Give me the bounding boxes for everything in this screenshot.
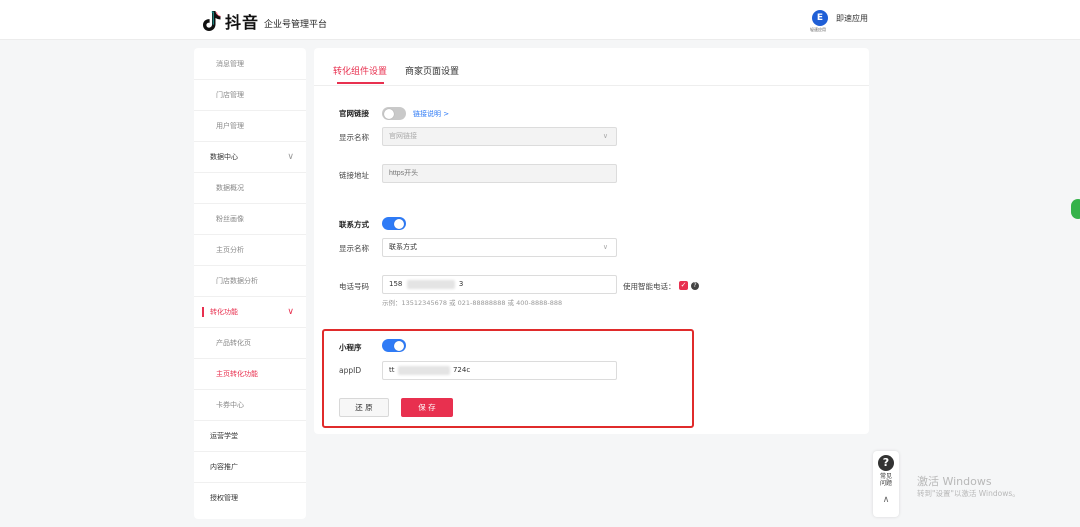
activate-windows-hint: 转到"设置"以激活 Windows。 [917,489,1020,498]
toggle-knob [384,108,394,119]
apply-label[interactable]: 即速应用 [836,13,868,24]
sidebar-item-label: 主页转化功能 [216,369,258,378]
smart-phone-checkbox[interactable]: ✓ [679,281,688,290]
sidebar-item-label: 门店管理 [216,90,244,99]
phone-prefix: 158 [389,280,403,288]
sidebar-item-label: 卡券中心 [216,400,244,409]
sidebar-item-store-analysis[interactable]: 门店数据分析 [194,265,306,296]
help-text-line2: 问题 [879,480,892,487]
logo-text: 抖音 [225,13,260,32]
contact-display-name-label: 显示名称 [339,244,369,253]
website-display-name-select[interactable]: 官网链接 ∨ [382,127,617,146]
sidebar-item-label: 授权管理 [210,493,238,502]
sidebar-item-label: 运营学堂 [210,431,238,440]
sidebar-item-label: 数据概况 [216,183,244,192]
platform-name: 企业号管理平台 [264,19,328,30]
contact-display-name-select[interactable]: 联系方式 ∨ [382,238,617,257]
help-widget[interactable]: ? 常见 问题 ∧ [873,451,899,517]
sidebar-item-label: 产品转化页 [216,338,251,347]
link-help-link[interactable]: 链接说明 > [413,109,449,119]
chevron-down-icon: ∨ [602,132,608,140]
sidebar-item-home-analysis[interactable]: 主页分析 [194,234,306,265]
sidebar-item-users[interactable]: 用户管理 [194,110,306,141]
tab-bar: 转化组件设置 商家页面设置 [314,48,869,86]
redacted-blur [406,279,455,289]
phone-input[interactable]: 158 3 [382,275,617,294]
help-text-line1: 常见 [879,473,892,480]
active-indicator [202,307,204,317]
select-value: 官网链接 [389,132,417,140]
website-link-toggle[interactable] [382,107,406,120]
douyin-logo-icon [202,10,222,32]
sidebar-item-stores[interactable]: 门店管理 [194,79,306,110]
chevron-down-icon: ∨ [602,243,608,251]
sidebar: 消息管理 门店管理 用户管理 数据中心 ∨ 数据概况 粉丝画像 主页分析 门店数据… [194,48,306,519]
jisu-app-icon: E [812,10,828,26]
chevron-down-icon: ∨ [287,151,294,162]
apply-entry[interactable]: E 轻速应用 即速应用 [810,10,868,32]
sidebar-item-product-conversion[interactable]: 产品转化页 [194,327,306,358]
website-display-name-label: 显示名称 [339,133,369,142]
apply-icon-caption: 轻速应用 [810,27,826,32]
sidebar-group-data-center[interactable]: 数据中心 ∨ [194,141,306,172]
scroll-top-icon[interactable]: ∧ [873,495,899,505]
sidebar-group-conversion[interactable]: 转化功能 ∨ [194,296,306,327]
sidebar-item-data-overview[interactable]: 数据概况 [194,172,306,203]
douyin-logo[interactable]: 抖音 企业号管理平台 [202,9,327,33]
question-icon[interactable]: ? [691,282,699,290]
sidebar-item-label: 内容推广 [210,462,238,471]
tab-conversion-components[interactable]: 转化组件设置 [333,64,387,77]
floating-edge-button[interactable] [1071,199,1080,219]
sidebar-item-label: 用户管理 [216,121,244,130]
activate-windows-watermark: 激活 Windows [917,475,992,488]
sidebar-item-auth-management[interactable]: 授权管理 [194,482,306,513]
sidebar-item-label: 数据中心 [210,152,238,161]
contact-toggle[interactable] [382,217,406,230]
website-url-label: 链接地址 [339,171,369,180]
active-tab-underline [337,82,384,84]
smart-phone-label: 使用智能电话： [623,282,676,291]
sidebar-item-ops-academy[interactable]: 运营学堂 [194,420,306,451]
highlight-box [322,329,694,428]
sidebar-item-fan-profile[interactable]: 粉丝画像 [194,203,306,234]
tab-merchant-page[interactable]: 商家页面设置 [405,64,459,77]
sidebar-item-label: 转化功能 [210,307,238,316]
sidebar-item-label: 主页分析 [216,245,244,254]
contact-title: 联系方式 [339,220,369,229]
sidebar-item-label: 消息管理 [216,59,244,68]
sidebar-item-coupon-center[interactable]: 卡券中心 [194,389,306,420]
sidebar-item-messages[interactable]: 消息管理 [194,48,306,79]
phone-label: 电话号码 [339,282,369,291]
website-link-title: 官网链接 [339,109,369,118]
top-bar: 抖音 企业号管理平台 E 轻速应用 即速应用 [0,0,1080,40]
sidebar-item-home-conversion[interactable]: 主页转化功能 [194,358,306,389]
help-question-icon: ? [878,455,894,471]
help-text: 常见 问题 [873,473,899,487]
select-value: 联系方式 [389,243,417,251]
toggle-knob [394,218,404,229]
sidebar-item-content-promo[interactable]: 内容推广 [194,451,306,482]
phone-suffix: 3 [458,280,464,288]
chevron-down-icon: ∨ [287,306,294,317]
website-url-input[interactable] [382,164,617,183]
sidebar-item-label: 门店数据分析 [216,276,258,285]
sidebar-item-label: 粉丝画像 [216,214,244,223]
phone-example-hint: 示例：13512345678 或 021-88888888 或 400-8888… [382,299,563,307]
